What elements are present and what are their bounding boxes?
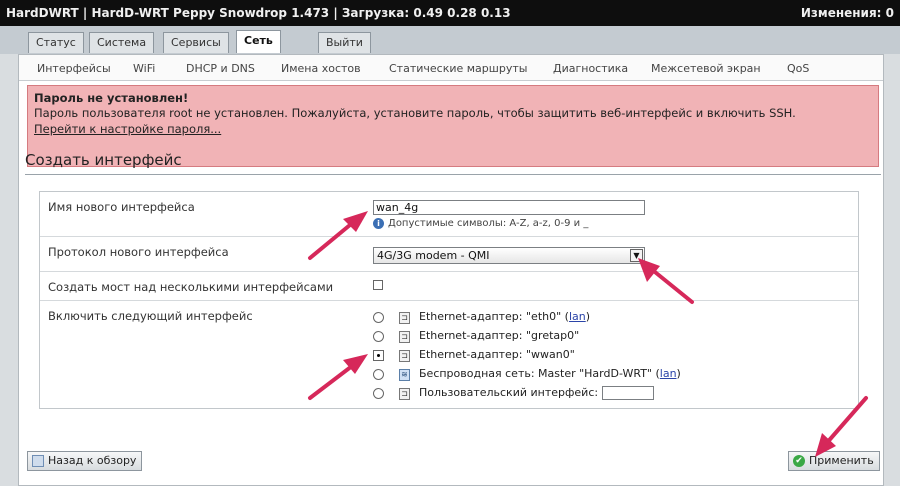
ethernet-port-icon: ⊐ [399, 350, 410, 362]
hint-text: Допустимые символы: A-Z, a-z, 0-9 и _ [388, 218, 589, 229]
subnav-hostnames[interactable]: Имена хостов [281, 62, 361, 75]
protocol-selected-value: 4G/3G modem - QMI [377, 249, 490, 262]
tab-logout[interactable]: Выйти [318, 32, 371, 53]
apply-button[interactable]: ✔ Применить [788, 451, 880, 471]
wireless-icon: ≋ [399, 369, 410, 381]
bridge-checkbox[interactable] [373, 280, 383, 290]
option-network-link[interactable]: lan [660, 367, 677, 380]
subnav-dhcp-dns[interactable]: DHCP и DNS [186, 62, 255, 75]
subnav-static-routes[interactable]: Статические маршруты [389, 62, 527, 75]
subnav-wifi[interactable]: WiFi [133, 62, 155, 75]
interface-radio[interactable] [373, 312, 384, 323]
content-panel: Интерфейсы WiFi DHCP и DNS Имена хостов … [18, 54, 884, 486]
interface-radio[interactable] [373, 388, 384, 399]
interface-radio[interactable] [373, 369, 384, 380]
option-network-link[interactable]: lan [569, 310, 586, 323]
row-interface-name: Имя нового интерфейса i Допустимые символ… [40, 192, 858, 237]
header-title: HardDWRT | HardD-WRT Peppy Snowdrop 1.47… [6, 6, 511, 20]
option-text: Ethernet-адаптер: "gretap0" [419, 329, 580, 342]
subnav-interfaces[interactable]: Интерфейсы [37, 62, 111, 75]
tab-system[interactable]: Система [89, 32, 155, 53]
ethernet-port-icon: ⊐ [399, 312, 410, 324]
title-divider [25, 174, 881, 175]
set-password-link[interactable]: Перейти к настройке пароля... [34, 122, 221, 136]
tab-status[interactable]: Статус [28, 32, 84, 53]
bridge-label: Создать мост над несколькими интерфейсам… [48, 280, 334, 294]
interface-radio[interactable] [373, 331, 384, 342]
option-text: Беспроводная сеть: Master "HardD-WRT" ( [419, 367, 660, 380]
main-tabs: Статус Система Сервисы Сеть Выйти [0, 26, 900, 54]
info-icon: i [373, 218, 384, 229]
protocol-label: Протокол нового интерфейса [48, 245, 229, 259]
apply-button-label: Применить [809, 454, 874, 467]
ethernet-port-icon: ⊐ [399, 331, 410, 343]
option-text-suffix: ) [676, 367, 681, 380]
create-interface-form: Имя нового интерфейса i Допустимые символ… [39, 191, 859, 409]
row-protocol: Протокол нового интерфейса 4G/3G modem -… [40, 237, 858, 272]
interface-name-label: Имя нового интерфейса [48, 200, 195, 214]
top-bar: HardDWRT | HardD-WRT Peppy Snowdrop 1.47… [0, 0, 900, 26]
changes-counter[interactable]: Изменения: 0 [801, 6, 894, 20]
option-text: Ethernet-адаптер: "wwan0" [419, 348, 575, 361]
tab-network[interactable]: Сеть [236, 30, 281, 53]
row-bridge: Создать мост над несколькими интерфейсам… [40, 272, 858, 301]
dropdown-arrow-icon[interactable]: ▼ [630, 249, 643, 262]
subnav-qos[interactable]: QoS [787, 62, 809, 75]
tab-services[interactable]: Сервисы [163, 32, 229, 53]
custom-interface-input[interactable] [602, 386, 655, 400]
option-text-suffix: ) [585, 310, 591, 323]
interface-radio-selected[interactable] [373, 350, 384, 361]
warning-title: Пароль не установлен! [34, 91, 189, 105]
custom-interface-icon: ⊐ [399, 388, 410, 400]
include-interface-label: Включить следующий интерфейс [48, 309, 253, 323]
back-to-overview-button[interactable]: Назад к обзору [27, 451, 143, 471]
subnav-diagnostics[interactable]: Диагностика [553, 62, 628, 75]
page-title: Создать интерфейс [25, 151, 182, 169]
option-text: Пользовательский интерфейс: [419, 386, 599, 399]
back-icon [32, 455, 44, 467]
sub-navigation: Интерфейсы WiFi DHCP и DNS Имена хостов … [19, 55, 883, 81]
option-text: Ethernet-адаптер: "eth0" ( [419, 310, 569, 323]
interface-name-input[interactable] [373, 200, 645, 215]
warning-text: Пароль пользователя root не установлен. … [34, 106, 796, 120]
protocol-select[interactable]: 4G/3G modem - QMI ▼ [373, 247, 645, 264]
back-button-label: Назад к обзору [48, 454, 137, 467]
checkmark-icon: ✔ [793, 455, 805, 467]
subnav-firewall[interactable]: Межсетевой экран [651, 62, 761, 75]
row-include-interface: Включить следующий интерфейс ⊐ Ethernet-… [40, 301, 858, 408]
interface-name-hint: i Допустимые символы: A-Z, a-z, 0-9 и _ [373, 218, 588, 229]
